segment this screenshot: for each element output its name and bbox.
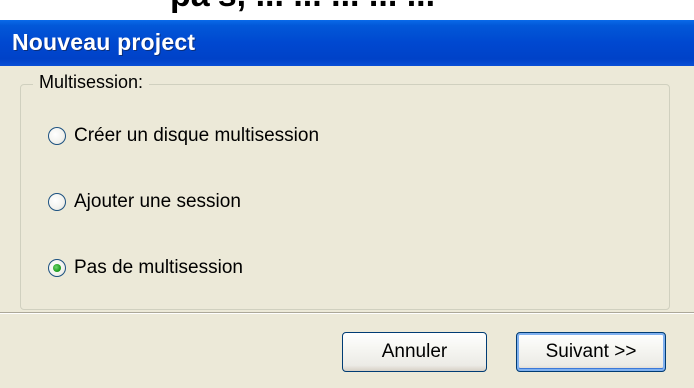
radio-create-multisession-disc[interactable]: Créer un disque multisession (48, 125, 319, 147)
new-project-dialog: Nouveau project Multisession: Créer un d… (0, 20, 694, 388)
radio-button-checked-icon[interactable] (48, 259, 66, 277)
radio-button-icon[interactable] (48, 193, 66, 211)
group-legend: Multisession: (33, 72, 150, 93)
window-title: Nouveau project (12, 29, 196, 55)
title-bar[interactable]: Nouveau project (0, 20, 694, 66)
radio-button-icon[interactable] (48, 127, 66, 145)
next-button[interactable]: Suivant >> (516, 332, 666, 372)
radio-label[interactable]: Ajouter une session (74, 191, 241, 213)
radio-add-session[interactable]: Ajouter une session (48, 191, 241, 213)
radio-label[interactable]: Pas de multisession (74, 257, 243, 279)
cropped-text-strip: pa's, ... ... ... ... ... (0, 0, 694, 20)
separator (0, 312, 694, 314)
cancel-button[interactable]: Annuler (342, 332, 487, 372)
cropped-text: pa's, ... ... ... ... ... (170, 0, 435, 15)
radio-label[interactable]: Créer un disque multisession (74, 125, 319, 147)
radio-no-multisession[interactable]: Pas de multisession (48, 257, 243, 279)
